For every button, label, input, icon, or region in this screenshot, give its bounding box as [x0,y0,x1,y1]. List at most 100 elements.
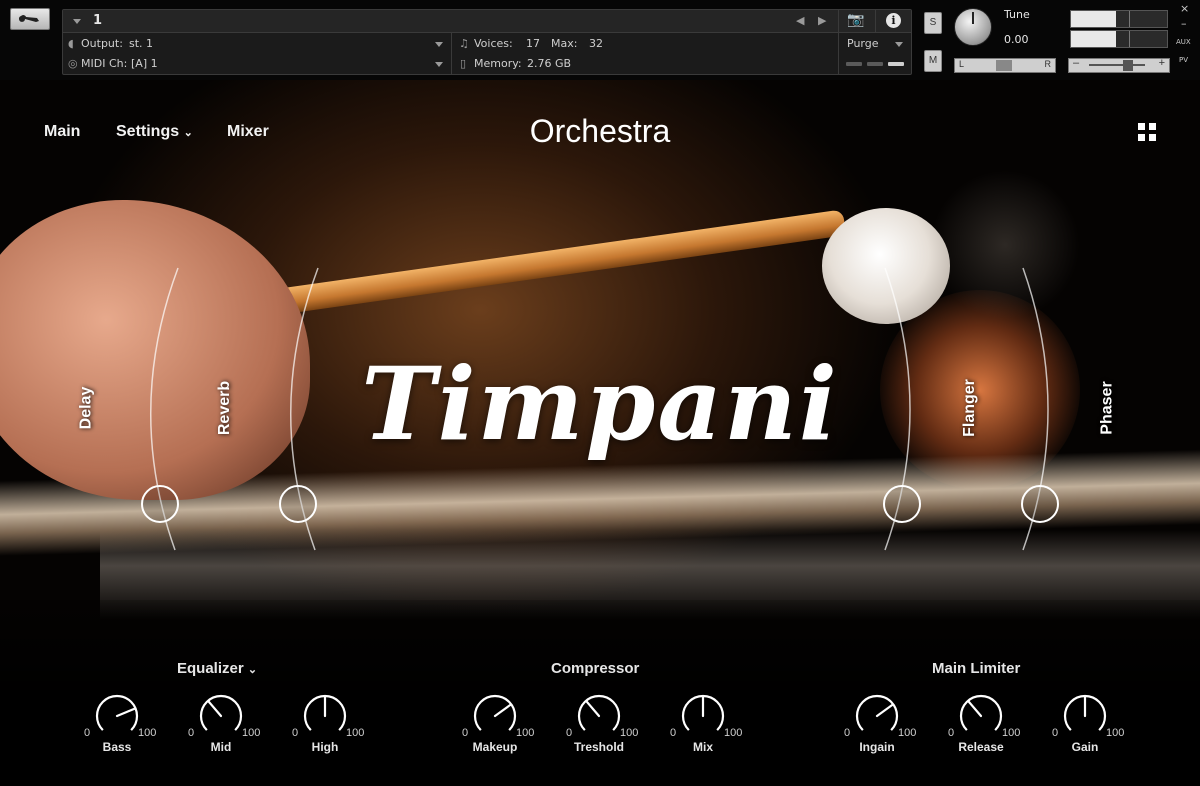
knob-label: Release [958,740,1004,754]
pan-left-label: L [959,59,965,69]
knob-dial[interactable] [301,692,349,740]
purge-button[interactable]: Purge [847,37,879,50]
chevron-down-icon[interactable] [435,62,443,67]
pan-slider[interactable]: L R [954,58,1056,73]
prev-arrow-icon[interactable]: ◀ [796,14,804,27]
pv-button[interactable]: PV [1179,56,1188,64]
knob-gain[interactable]: 0 100 Gain [1030,692,1140,762]
knob-treshold[interactable]: 0 100 Treshold [544,692,654,762]
knob-pointer [585,700,601,718]
output-label: Output: [81,37,123,50]
knob-ingain[interactable]: 0 100 Ingain [822,692,932,762]
volume-minus[interactable]: – [1073,57,1079,69]
effect-label-reverb: Reverb [216,380,234,436]
aux-button[interactable]: AUX [1176,38,1191,46]
knob-dial[interactable] [471,692,519,740]
knob-dial[interactable] [93,692,141,740]
volume-handle[interactable] [1123,60,1133,71]
tune-knob[interactable] [954,8,992,46]
knob-min-label: 0 [1052,727,1059,739]
midi-channel-value[interactable]: [A] 1 [131,57,158,70]
knob-max-label: 100 [724,727,743,739]
pan-handle[interactable] [996,60,1012,71]
knob-max-label: 100 [898,727,917,739]
reverb-knob[interactable] [279,485,317,523]
flanger-knob[interactable] [883,485,921,523]
knob-dial[interactable] [679,692,727,740]
knob-release[interactable]: 0 100 Release [926,692,1036,762]
close-icon[interactable]: × [1180,2,1189,15]
knob-min-label: 0 [844,727,851,739]
info-icon[interactable]: i [886,13,901,28]
knob-ring [577,694,621,731]
knob-label: Bass [102,740,132,754]
purge-indicator [867,62,883,66]
camera-icon[interactable]: 📷 [847,12,864,28]
voices-icon: ♫ [459,37,469,50]
volume-track [1089,64,1145,66]
knob-ring [199,694,243,731]
memory-value: 2.76 GB [527,57,572,70]
knob-dial[interactable] [1061,692,1109,740]
purge-indicator [888,62,904,66]
chevron-down-icon: ⌄ [247,664,258,676]
knob-high[interactable]: 0 100 High [270,692,380,762]
knob-dial[interactable] [957,692,1005,740]
knob-makeup[interactable]: 0 100 Makeup [440,692,550,762]
knob-max-label: 100 [1106,727,1125,739]
knob-ring [855,694,899,731]
effect-label-delay: Delay [77,386,95,430]
knob-ring [473,694,517,731]
knob-pointer [115,707,136,718]
level-meter-left [1070,10,1168,28]
knob-ring [95,694,139,731]
knob-mix[interactable]: 0 100 Mix [648,692,758,762]
knob-ring [959,694,1003,731]
knob-label: Gain [1071,740,1099,754]
knob-label: High [311,740,339,754]
knob-dial[interactable] [197,692,245,740]
knob-dial[interactable] [575,692,623,740]
delay-knob[interactable] [141,485,179,523]
knob-min-label: 0 [670,727,677,739]
knob-max-label: 100 [1002,727,1021,739]
volume-plus[interactable]: + [1159,57,1165,69]
main-limiter-label: Main Limiter [932,660,1021,677]
equalizer-section[interactable]: Equalizer ⌄ [177,660,257,677]
mute-button[interactable]: M [924,50,942,72]
next-arrow-icon[interactable]: ▶ [818,14,826,27]
kontakt-header: 1 ◀ ▶ 📷 i ◖ Output: st. 1 ♫ Voices: 17 M… [0,0,1200,80]
memory-label: Memory: [474,57,522,70]
chevron-down-icon[interactable] [435,42,443,47]
wrench-icon[interactable] [10,8,50,30]
output-value[interactable]: st. 1 [129,37,153,50]
effect-label-phaser: Phaser [1098,381,1116,435]
knob-min-label: 0 [948,727,955,739]
max-voices-value[interactable]: 32 [589,37,603,50]
knob-label: Makeup [472,740,518,754]
knob-bass[interactable]: 0 100 Bass [62,692,172,762]
knob-pointer [207,700,223,718]
knob-min-label: 0 [84,727,91,739]
instrument-name[interactable]: 1 [93,13,102,28]
minimize-icon[interactable]: – [1181,17,1187,30]
knob-max-label: 100 [516,727,535,739]
volume-slider[interactable]: – + [1068,57,1170,73]
solo-button[interactable]: S [924,12,942,34]
midi-icon: ◎ [68,57,78,70]
knob-label: Mix [692,740,713,754]
knob-min-label: 0 [566,727,573,739]
voices-value: 17 [526,37,540,50]
purge-indicator [846,62,862,66]
knob-max-label: 100 [242,727,261,739]
knob-dial[interactable] [853,692,901,740]
chevron-down-icon[interactable] [895,42,903,47]
knob-min-label: 0 [292,727,299,739]
knob-pointer [875,703,894,718]
tune-label: Tune [1004,8,1030,21]
chevron-down-icon[interactable] [73,19,81,24]
knob-mid[interactable]: 0 100 Mid [166,692,276,762]
phaser-knob[interactable] [1021,485,1059,523]
instrument-header-panel: 1 ◀ ▶ 📷 i ◖ Output: st. 1 ♫ Voices: 17 M… [62,9,912,75]
knob-max-label: 100 [620,727,639,739]
